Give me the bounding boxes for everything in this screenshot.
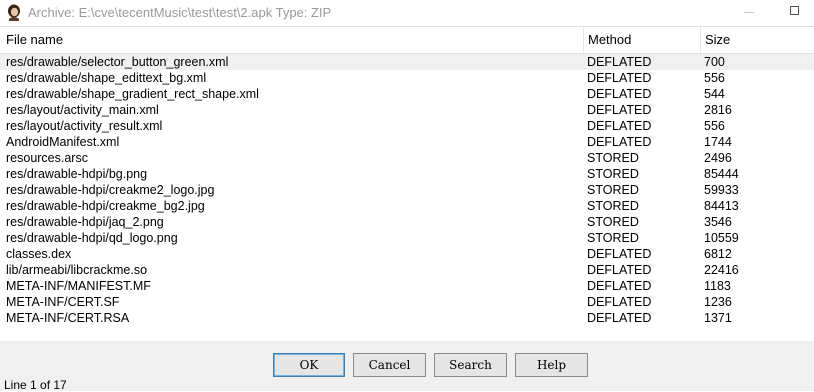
file-name-cell: res/drawable-hdpi/qd_logo.png <box>6 231 178 245</box>
title-bar: Archive: E:\cve\tecentMusic\test\test\2.… <box>0 0 814 25</box>
method-cell: STORED <box>587 183 639 197</box>
method-cell: DEFLATED <box>587 295 652 309</box>
size-cell: 84413 <box>704 199 739 213</box>
table-row[interactable]: AndroidManifest.xml DEFLATED 1744 <box>0 134 814 150</box>
method-cell: STORED <box>587 167 639 181</box>
size-cell: 1183 <box>704 279 731 293</box>
table-row[interactable]: res/layout/activity_result.xml DEFLATED 55… <box>0 118 814 134</box>
method-cell: DEFLATED <box>587 71 652 85</box>
column-header-size[interactable]: Size <box>700 27 814 53</box>
table-row[interactable]: classes.dex DEFLATED 6812 <box>0 246 814 262</box>
size-cell: 10559 <box>704 231 739 245</box>
table-row[interactable]: res/drawable-hdpi/creakme_bg2.jpg STORED 8… <box>0 198 814 214</box>
size-cell: 2816 <box>704 103 732 117</box>
size-cell: 2496 <box>704 151 732 165</box>
file-name-cell: AndroidManifest.xml <box>6 135 120 149</box>
table-row[interactable]: res/drawable-hdpi/bg.png STORED 85444 <box>0 166 814 182</box>
file-name-cell: res/drawable-hdpi/creakme_bg2.jpg <box>6 199 205 213</box>
table-row[interactable]: res/drawable/selector_button_green.xml DE… <box>0 54 814 70</box>
cancel-button[interactable]: Cancel <box>353 353 426 377</box>
table-row[interactable]: res/drawable-hdpi/qd_logo.png STORED 10559 <box>0 230 814 246</box>
size-cell: 85444 <box>704 167 739 181</box>
file-name-cell: resources.arsc <box>6 151 88 165</box>
table-row[interactable]: resources.arsc STORED 2496 <box>0 150 814 166</box>
size-cell: 3546 <box>704 215 732 229</box>
table-header: File name Method Size <box>0 27 814 54</box>
file-name-cell: res/drawable-hdpi/jaq_2.png <box>6 215 164 229</box>
file-name-cell: res/drawable/shape_edittext_bg.xml <box>6 71 207 85</box>
size-cell: 59933 <box>704 183 739 197</box>
table-row[interactable]: res/drawable-hdpi/creakme2_logo.jpg STORE… <box>0 182 814 198</box>
column-header-method[interactable]: Method <box>583 27 700 53</box>
method-cell: DEFLATED <box>587 55 652 69</box>
table-row[interactable]: res/drawable/shape_edittext_bg.xml DEFLAT… <box>0 70 814 86</box>
size-cell: 556 <box>704 71 725 85</box>
size-cell: 6812 <box>704 247 732 261</box>
window-title: Archive: E:\cve\tecentMusic\test\test\2.… <box>28 5 332 20</box>
table-row[interactable]: META-INF/CERT.SF DEFLATED 1236 <box>0 294 814 310</box>
app-icon <box>8 4 20 21</box>
file-name-cell: META-INF/MANIFEST.MF <box>6 279 151 293</box>
size-cell: 544 <box>704 87 725 101</box>
size-cell: 22416 <box>704 263 739 277</box>
ok-button[interactable]: OK <box>273 353 345 377</box>
size-cell: 1744 <box>704 135 732 149</box>
method-cell: DEFLATED <box>587 247 652 261</box>
search-button[interactable]: Search <box>434 353 507 377</box>
method-cell: DEFLATED <box>587 135 652 149</box>
size-cell: 700 <box>704 55 725 69</box>
size-cell: 1236 <box>704 295 732 309</box>
method-cell: DEFLATED <box>587 103 652 117</box>
method-cell: DEFLATED <box>587 263 652 277</box>
file-name-cell: res/drawable/shape_gradient_rect_shape.x… <box>6 87 259 101</box>
method-cell: STORED <box>587 151 639 165</box>
table-row[interactable]: META-INF/MANIFEST.MF DEFLATED 1183 <box>0 278 814 294</box>
minimize-icon[interactable] <box>744 12 754 13</box>
table-row[interactable]: res/layout/activity_main.xml DEFLATED 2816 <box>0 102 814 118</box>
method-cell: DEFLATED <box>587 311 652 325</box>
help-button[interactable]: Help <box>515 353 588 377</box>
table-row[interactable]: lib/armeabi/libcrackme.so DEFLATED 22416 <box>0 262 814 278</box>
method-cell: STORED <box>587 215 639 229</box>
table-row[interactable]: META-INF/CERT.RSA DEFLATED 1371 <box>0 310 814 326</box>
archive-file-table: File name Method Size res/drawable/selec… <box>0 26 814 329</box>
file-name-cell: res/layout/activity_main.xml <box>6 103 159 117</box>
file-name-cell: lib/armeabi/libcrackme.so <box>6 263 148 277</box>
button-panel: OK Cancel Search Help <box>0 341 814 391</box>
method-cell: STORED <box>587 231 639 245</box>
table-body: res/drawable/selector_button_green.xml DE… <box>0 54 814 326</box>
method-cell: DEFLATED <box>587 119 652 133</box>
file-name-cell: res/drawable-hdpi/creakme2_logo.jpg <box>6 183 215 197</box>
method-cell: DEFLATED <box>587 87 652 101</box>
status-line: Line 1 of 17 <box>4 378 67 392</box>
table-row[interactable]: res/drawable-hdpi/jaq_2.png STORED 3546 <box>0 214 814 230</box>
size-cell: 1371 <box>704 311 732 325</box>
file-name-cell: res/drawable-hdpi/bg.png <box>6 167 148 181</box>
file-name-cell: META-INF/CERT.RSA <box>6 311 130 325</box>
size-cell: 556 <box>704 119 725 133</box>
method-cell: STORED <box>587 199 639 213</box>
file-name-cell: res/drawable/selector_button_green.xml <box>6 55 229 69</box>
file-name-cell: classes.dex <box>6 247 72 261</box>
method-cell: DEFLATED <box>587 279 652 293</box>
file-name-cell: res/layout/activity_result.xml <box>6 119 163 133</box>
column-header-file-name[interactable]: File name <box>0 27 583 53</box>
file-name-cell: META-INF/CERT.SF <box>6 295 120 309</box>
table-row[interactable]: res/drawable/shape_gradient_rect_shape.x… <box>0 86 814 102</box>
maximize-icon[interactable] <box>790 6 799 15</box>
